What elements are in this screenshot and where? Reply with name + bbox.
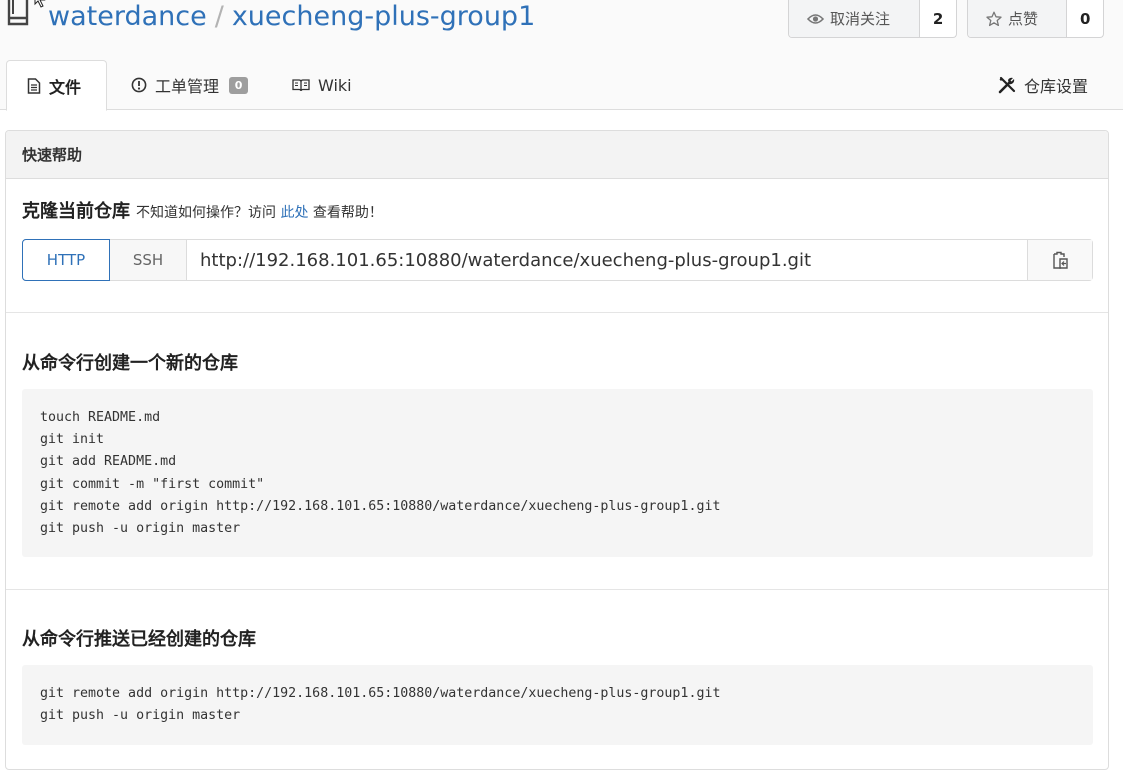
star-label: 点赞 — [1008, 10, 1039, 28]
tab-settings-label: 仓库设置 — [1024, 77, 1089, 96]
repo-name-link[interactable]: xuecheng-plus-group1 — [232, 1, 535, 32]
code-line: git add README.md — [40, 454, 177, 470]
repo-owner-link[interactable]: waterdance — [48, 1, 207, 32]
clone-help-link[interactable]: 此处 — [280, 205, 308, 221]
quick-help-header: 快速帮助 — [6, 131, 1108, 179]
clone-heading: 克隆当前仓库 不知道如何操作？访问 此处 查看帮助！ — [22, 197, 383, 223]
quick-help-panel: 快速帮助 克隆当前仓库 不知道如何操作？访问 此处 查看帮助！ HTTP SSH … — [5, 130, 1109, 770]
push-existing-title: 从命令行推送已经创建的仓库 — [22, 629, 256, 650]
mouse-cursor-icon — [34, 0, 46, 8]
file-icon — [27, 77, 41, 94]
clone-title: 克隆当前仓库 — [22, 201, 130, 222]
code-line: git remote add origin http://192.168.101… — [40, 498, 721, 514]
push-existing-code-block: git remote add origin http://192.168.101… — [22, 665, 1093, 745]
tab-settings[interactable]: 仓库设置 — [998, 60, 1088, 110]
repo-page: waterdance / xuecheng-plus-group1 取消关注 2 点… — [0, 0, 1123, 776]
code-line: git init — [40, 432, 105, 448]
clone-url-bar: HTTP SSH http://192.168.101.65:10880/wat… — [22, 239, 1093, 281]
watch-button-group: 取消关注 2 — [788, 0, 957, 38]
tab-issues-label: 工单管理 — [155, 77, 220, 96]
http-protocol-button[interactable]: HTTP — [22, 239, 110, 281]
clone-hint-suffix: 查看帮助！ — [312, 205, 383, 221]
new-repo-title: 从命令行创建一个新的仓库 — [22, 353, 238, 374]
code-line: touch README.md — [40, 410, 161, 425]
unwatch-button[interactable]: 取消关注 — [789, 0, 921, 37]
book-open-icon — [292, 79, 310, 92]
star-count[interactable]: 0 — [1067, 0, 1103, 37]
code-line: git push -u origin master — [40, 708, 241, 724]
clone-hint-prefix: 不知道如何操作？访问 — [136, 205, 276, 221]
repo-title: waterdance / xuecheng-plus-group1 — [48, 0, 535, 34]
copy-url-button[interactable] — [1027, 240, 1092, 280]
ssh-protocol-button[interactable]: SSH — [110, 240, 187, 280]
issues-count-badge: 0 — [229, 76, 249, 94]
tab-files-label: 文件 — [49, 77, 82, 97]
repo-book-icon — [7, 0, 29, 26]
code-line: git remote add origin http://192.168.101… — [40, 686, 721, 701]
code-line: git commit -m "first commit" — [40, 476, 265, 492]
code-line: git push -u origin master — [40, 521, 241, 537]
watch-count[interactable]: 2 — [920, 0, 956, 37]
repo-title-separator: / — [214, 1, 224, 32]
new-repo-code-block: touch README.md git init git add README.… — [22, 389, 1093, 557]
clipboard-icon — [1053, 251, 1068, 269]
tab-files[interactable]: 文件 — [6, 60, 107, 111]
unwatch-label: 取消关注 — [830, 10, 891, 28]
tab-issues[interactable]: 工单管理 0 — [131, 60, 249, 110]
section-divider — [6, 589, 1108, 590]
tools-icon — [998, 76, 1016, 94]
star-button-group: 点赞 0 — [967, 0, 1104, 38]
tab-wiki[interactable]: Wiki — [292, 60, 352, 110]
section-divider — [6, 312, 1108, 313]
eye-icon — [807, 13, 824, 24]
star-button[interactable]: 点赞 — [968, 0, 1068, 37]
repo-header: waterdance / xuecheng-plus-group1 取消关注 2 点… — [0, 0, 1123, 111]
issue-icon — [131, 77, 147, 93]
tab-wiki-label: Wiki — [318, 75, 352, 95]
clone-url-field[interactable]: http://192.168.101.65:10880/waterdance/x… — [187, 240, 1027, 280]
star-icon — [986, 11, 1002, 26]
